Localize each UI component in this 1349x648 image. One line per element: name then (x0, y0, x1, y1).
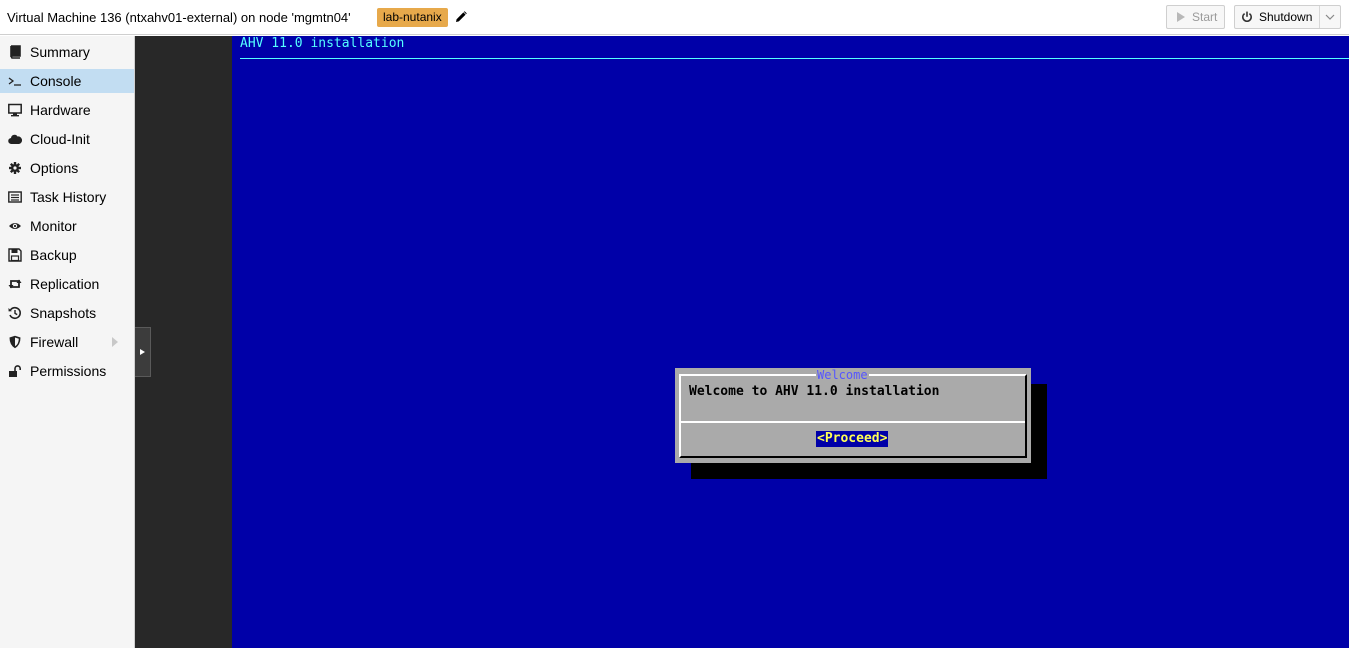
history-icon (8, 306, 21, 320)
power-icon (1242, 11, 1252, 22)
expand-arrow-icon (140, 349, 145, 355)
sidebar-item-options[interactable]: Options (0, 156, 134, 180)
sidebar-item-monitor[interactable]: Monitor (0, 214, 134, 238)
sidebar-item-hardware[interactable]: Hardware (0, 98, 134, 122)
terminal-icon (8, 77, 21, 86)
unlock-icon (9, 365, 21, 377)
cloud-icon (8, 134, 22, 145)
dialog-title: Welcome (816, 368, 869, 382)
split-divider (1319, 6, 1320, 28)
dialog-separator (679, 421, 1025, 423)
sidebar-item-snapshots[interactable]: Snapshots (0, 301, 134, 325)
start-button-label: Start (1192, 10, 1218, 24)
sidebar-item-label: Snapshots (30, 305, 97, 321)
sidebar-item-label: Console (30, 73, 82, 89)
submenu-arrow-icon (112, 337, 118, 347)
pencil-icon[interactable] (455, 11, 467, 23)
sidebar-item-task-history[interactable]: Task History (0, 185, 134, 209)
title-rule (240, 58, 1349, 59)
shutdown-button-label: Shutdown (1259, 10, 1313, 24)
sidebar-item-console[interactable]: Console (0, 69, 134, 93)
sidebar-item-label: Task History (30, 189, 107, 205)
chevron-down-icon[interactable] (1324, 11, 1336, 23)
sidebar-item-label: Backup (30, 247, 77, 263)
welcome-dialog: Welcome Welcome to AHV 11.0 installation… (675, 368, 1031, 463)
vm-console-screen[interactable]: AHV 11.0 installation Welcome Welcome to… (232, 36, 1349, 648)
list-icon (8, 191, 22, 203)
sidebar-item-label: Replication (30, 276, 100, 292)
sidebar-item-label: Summary (30, 44, 90, 60)
sidebar-item-cloud-init[interactable]: Cloud-Init (0, 127, 134, 151)
gear-icon (9, 162, 21, 174)
eye-icon (9, 223, 21, 229)
play-icon (1177, 12, 1185, 22)
installer-title: AHV 11.0 installation (240, 36, 405, 51)
console-sidebar-toggle[interactable] (135, 327, 151, 377)
sidebar-item-label: Permissions (30, 363, 107, 379)
sidebar-item-replication[interactable]: Replication (0, 272, 134, 296)
monitor-icon (8, 103, 22, 117)
sidebar-item-label: Hardware (30, 102, 91, 118)
sidebar-item-label: Firewall (30, 334, 79, 350)
start-button[interactable]: Start (1166, 5, 1225, 29)
sidebar-item-label: Cloud-Init (30, 131, 90, 147)
sidebar-item-label: Monitor (30, 218, 77, 234)
sidebar-item-label: Options (30, 160, 79, 176)
header-bar: Virtual Machine 136 (ntxahv01-external) … (0, 0, 1349, 35)
floppy-icon (8, 248, 22, 262)
proceed-button[interactable]: <Proceed> (816, 431, 889, 447)
vm-title: Virtual Machine 136 (ntxahv01-external) … (7, 10, 351, 25)
sidebar-item-firewall[interactable]: Firewall (0, 330, 134, 354)
dialog-message: Welcome to AHV 11.0 installation (689, 384, 940, 399)
sidebar-item-backup[interactable]: Backup (0, 243, 134, 267)
sidebar-item-permissions[interactable]: Permissions (0, 359, 134, 383)
book-icon (10, 45, 21, 59)
shutdown-button[interactable]: Shutdown (1234, 5, 1341, 29)
vm-tag[interactable]: lab-nutanix (377, 8, 448, 27)
sidebar-item-summary[interactable]: Summary (0, 40, 134, 64)
sidebar-nav: Summary Console Hardware Cloud-Init Opti… (0, 36, 135, 648)
shield-icon (9, 335, 21, 349)
retweet-icon (8, 279, 22, 289)
